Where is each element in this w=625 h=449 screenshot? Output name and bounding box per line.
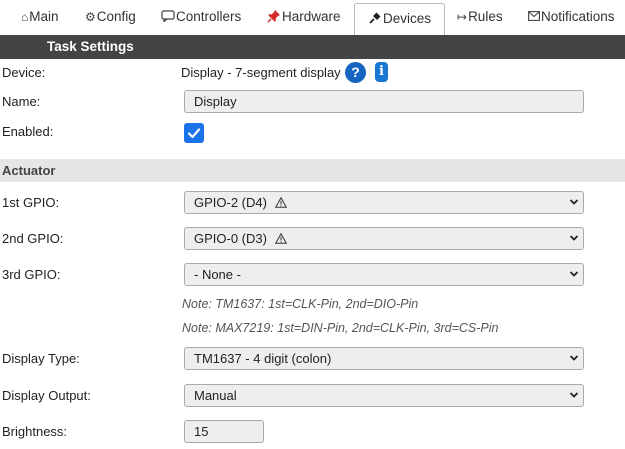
gear-icon: ⚙ — [85, 10, 96, 24]
tab-label: Controllers — [176, 9, 242, 24]
tab-notifications[interactable]: Notifications — [528, 4, 615, 32]
note-max7219: Note: MAX7219: 1st=DIN-Pin, 2nd=CLK-Pin,… — [182, 321, 499, 335]
gpio3-label: 3rd GPIO: — [2, 267, 61, 282]
plug-icon — [368, 5, 382, 34]
tab-devices[interactable]: Devices — [354, 3, 446, 35]
task-settings-header: Task Settings — [0, 35, 625, 59]
help-icon[interactable]: ? — [345, 62, 366, 83]
display-output-value: Manual — [194, 388, 237, 403]
check-icon — [187, 128, 201, 139]
arrow-icon: ↦ — [457, 10, 468, 24]
tab-rules[interactable]: ↦Rules — [457, 4, 503, 32]
gpio1-select[interactable]: GPIO-2 (D4) — [184, 191, 584, 214]
display-output-label: Display Output: — [2, 388, 91, 403]
display-output-select[interactable]: Manual — [184, 384, 584, 407]
envelope-icon — [528, 4, 540, 30]
tab-label: Rules — [468, 9, 503, 24]
tab-controllers[interactable]: Controllers — [161, 4, 241, 32]
brightness-label: Brightness: — [2, 424, 68, 439]
chevron-down-icon — [569, 235, 579, 241]
device-value: Display - 7-segment display — [181, 65, 341, 80]
enabled-checkbox[interactable] — [184, 123, 204, 143]
tab-bar: ⌂Main ⚙Config Controllers Hardware Devic… — [0, 0, 625, 35]
gpio1-value: GPIO-2 (D4) — [194, 195, 267, 210]
gpio2-value: GPIO-0 (D3) — [194, 231, 267, 246]
tab-label: Config — [96, 9, 136, 24]
gpio2-label: 2nd GPIO: — [2, 231, 64, 246]
tab-label: Devices — [383, 11, 432, 26]
gpio3-value: - None - — [194, 267, 241, 282]
chat-icon — [161, 4, 175, 30]
brightness-input[interactable]: 15 — [184, 420, 264, 443]
tab-hardware[interactable]: Hardware — [267, 4, 341, 32]
actuator-section-header: Actuator — [0, 159, 625, 182]
tab-label: Hardware — [282, 9, 341, 24]
display-type-value: TM1637 - 4 digit (colon) — [194, 351, 332, 366]
chevron-down-icon — [569, 271, 579, 277]
tab-config[interactable]: ⚙Config — [85, 4, 136, 32]
gpio2-select[interactable]: GPIO-0 (D3) — [184, 227, 584, 250]
display-type-select[interactable]: TM1637 - 4 digit (colon) — [184, 347, 584, 370]
name-input[interactable]: Display — [184, 90, 584, 113]
gpio1-label: 1st GPIO: — [2, 195, 60, 210]
device-label: Device: — [2, 65, 46, 80]
chevron-down-icon — [569, 199, 579, 205]
display-type-label: Display Type: — [2, 351, 80, 366]
section-title: Actuator — [2, 163, 56, 178]
pin-icon — [267, 4, 281, 30]
warning-icon — [274, 197, 287, 208]
tab-label: Main — [29, 9, 59, 24]
info-icon[interactable]: i — [375, 62, 388, 82]
enabled-label: Enabled: — [2, 124, 54, 139]
tab-label: Notifications — [541, 9, 615, 24]
home-icon: ⌂ — [21, 10, 29, 24]
name-label: Name: — [2, 94, 41, 109]
chevron-down-icon — [569, 392, 579, 398]
note-tm1637: Note: TM1637: 1st=CLK-Pin, 2nd=DIO-Pin — [182, 297, 419, 311]
gpio3-select[interactable]: - None - — [184, 263, 584, 286]
chevron-down-icon — [569, 355, 579, 361]
page-title: Task Settings — [47, 39, 134, 54]
tab-main[interactable]: ⌂Main — [21, 4, 59, 32]
warning-icon — [274, 233, 287, 244]
